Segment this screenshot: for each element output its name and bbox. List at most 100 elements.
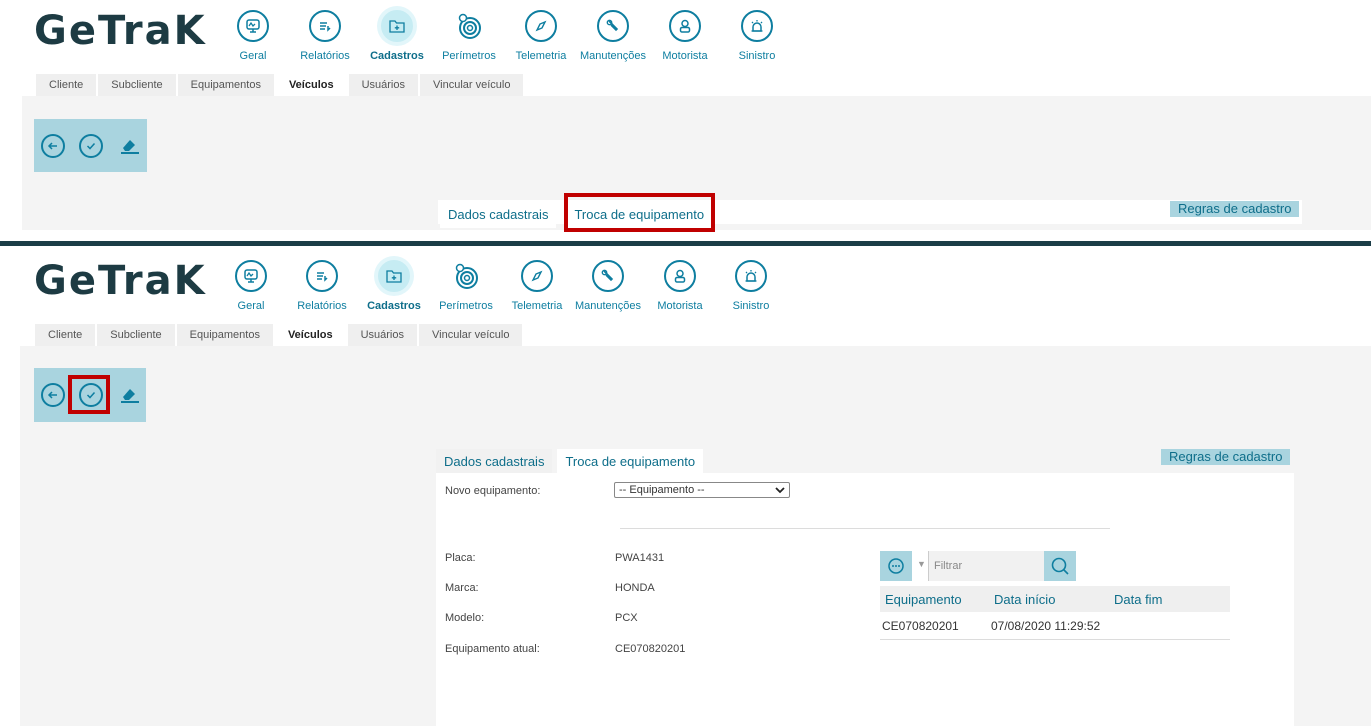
novo-equipamento-label: Novo equipamento: [445,485,541,497]
subtabs-bar: Cliente Subcliente Equipamentos Veículos… [35,324,525,346]
subtab-veiculos[interactable]: Veículos [275,74,349,96]
nav-perimetros-label: Perímetros [442,50,496,62]
action-toolbar [34,119,147,172]
subtab-usuarios[interactable]: Usuários [348,74,420,96]
monitor-chart-icon [235,260,267,292]
grid-row-separator [880,639,1230,640]
nav-cadastros[interactable]: Cadastros [357,10,437,62]
driver-icon [664,260,696,292]
subtab-cliente[interactable]: Cliente [35,324,98,346]
nav-motorista[interactable]: Motorista [645,10,725,62]
search-button[interactable] [1044,551,1076,581]
eraser-icon[interactable] [117,134,143,158]
nav-cadastros[interactable]: Cadastros [354,260,434,312]
nav-geral[interactable]: Geral [213,10,293,62]
compass-icon [525,10,557,42]
grid-header: Equipamento Data início Data fim [880,586,1230,612]
nav-cadastros-label: Cadastros [370,50,424,62]
placa-value: PWA1431 [615,552,665,564]
nav-telemetria[interactable]: Telemetria [497,260,577,312]
nav-geral[interactable]: Geral [211,260,291,312]
marca-value: HONDA [615,582,655,594]
nav-geral-label: Geral [239,50,267,62]
nav-sinistro-label: Sinistro [738,50,776,62]
compass-icon [521,260,553,292]
col-equipamento[interactable]: Equipamento [885,592,962,607]
subtab-usuarios[interactable]: Usuários [347,324,419,346]
screenshot-step-1: GeTraK Geral Relatórios Cadastros Períme… [0,0,1371,241]
nav-perimetros[interactable]: Perímetros [426,260,506,312]
highlight-confirm-button [68,375,110,414]
tab-dados-cadastrais[interactable]: Dados cadastrais [436,449,553,475]
subtab-vincular-veiculo[interactable]: Vincular veículo [420,74,526,96]
nav-telemetria-label: Telemetria [511,300,563,312]
subtab-subcliente[interactable]: Subcliente [98,74,178,96]
subtab-cliente[interactable]: Cliente [36,74,99,96]
subtabs-bar: Cliente Subcliente Equipamentos Veículos… [36,74,526,96]
more-dots-icon [888,558,904,574]
rules-button[interactable]: Regras de cadastro [1161,449,1291,465]
nav-relatorios[interactable]: Relatórios [282,260,362,312]
nav-manutencoes-label: Manutenções [579,50,647,62]
nav-relatorios-label: Relatórios [297,300,347,312]
highlight-troca-tab [564,193,715,232]
nav-manutencoes[interactable]: Manutenções [573,10,653,62]
modelo-value: PCX [615,612,638,624]
back-icon[interactable] [41,133,65,158]
wrench-icon [592,260,624,292]
search-icon [1051,557,1069,575]
col-data-inicio[interactable]: Data início [994,592,1055,607]
back-icon[interactable] [41,383,65,407]
nav-telemetria[interactable]: Telemetria [501,10,581,62]
filter-caret-icon[interactable]: ▼ [917,559,926,569]
subtab-veiculos[interactable]: Veículos [274,324,348,346]
modelo-label: Modelo: [445,612,485,624]
alarm-icon [741,10,773,42]
wrench-icon [597,10,629,42]
tab-troca-equipamento[interactable]: Troca de equipamento [557,449,704,475]
subtab-equipamentos[interactable]: Equipamentos [177,74,276,96]
subtab-subcliente[interactable]: Subcliente [97,324,177,346]
filter-input[interactable]: Filtrar [928,551,1044,581]
folder-plus-icon [378,260,410,292]
nav-perimetros[interactable]: Perímetros [429,10,509,62]
getrak-logo: GeTraK [34,258,207,304]
marca-label: Marca: [445,582,479,594]
nav-perimetros-label: Perímetros [439,300,493,312]
novo-equipamento-select[interactable]: -- Equipamento -- [614,482,790,498]
more-options-button[interactable] [880,551,912,581]
nav-sinistro[interactable]: Sinistro [717,10,797,62]
monitor-chart-icon [237,10,269,42]
check-icon[interactable] [79,133,103,158]
nav-motorista-label: Motorista [657,300,703,312]
row-data-inicio: 07/08/2020 11:29:52 [991,619,1101,633]
equipamento-atual-label: Equipamento atual: [445,643,540,655]
nav-motorista[interactable]: Motorista [640,260,720,312]
screenshot-step-2: GeTraK Geral Relatórios Cadastros Períme… [0,246,1371,726]
equipamento-atual-value: CE070820201 [615,643,686,655]
nav-relatorios-label: Relatórios [300,50,350,62]
subtab-vincular-veiculo[interactable]: Vincular veículo [419,324,525,346]
form-tabs: Dados cadastrais Troca de equipamento [436,449,707,475]
nav-manutencoes[interactable]: Manutenções [568,260,648,312]
getrak-logo: GeTraK [34,8,207,54]
rules-button[interactable]: Regras de cadastro [1170,201,1300,217]
eraser-icon[interactable] [117,383,143,407]
subtab-equipamentos[interactable]: Equipamentos [176,324,275,346]
col-data-fim[interactable]: Data fim [1114,592,1162,607]
target-rings-icon [450,260,482,292]
nav-sinistro-label: Sinistro [732,300,770,312]
chevron-down-icon [775,487,785,494]
nav-telemetria-label: Telemetria [515,50,567,62]
nav-sinistro[interactable]: Sinistro [711,260,791,312]
report-list-icon [306,260,338,292]
nav-cadastros-label: Cadastros [367,300,421,312]
driver-icon [669,10,701,42]
row-equipamento: CE070820201 [882,619,959,633]
nav-geral-label: Geral [237,300,265,312]
tab-dados-cadastrais[interactable]: Dados cadastrais [440,202,557,228]
report-list-icon [309,10,341,42]
placa-label: Placa: [445,552,476,564]
nav-relatorios[interactable]: Relatórios [285,10,365,62]
form-separator [620,528,1110,529]
